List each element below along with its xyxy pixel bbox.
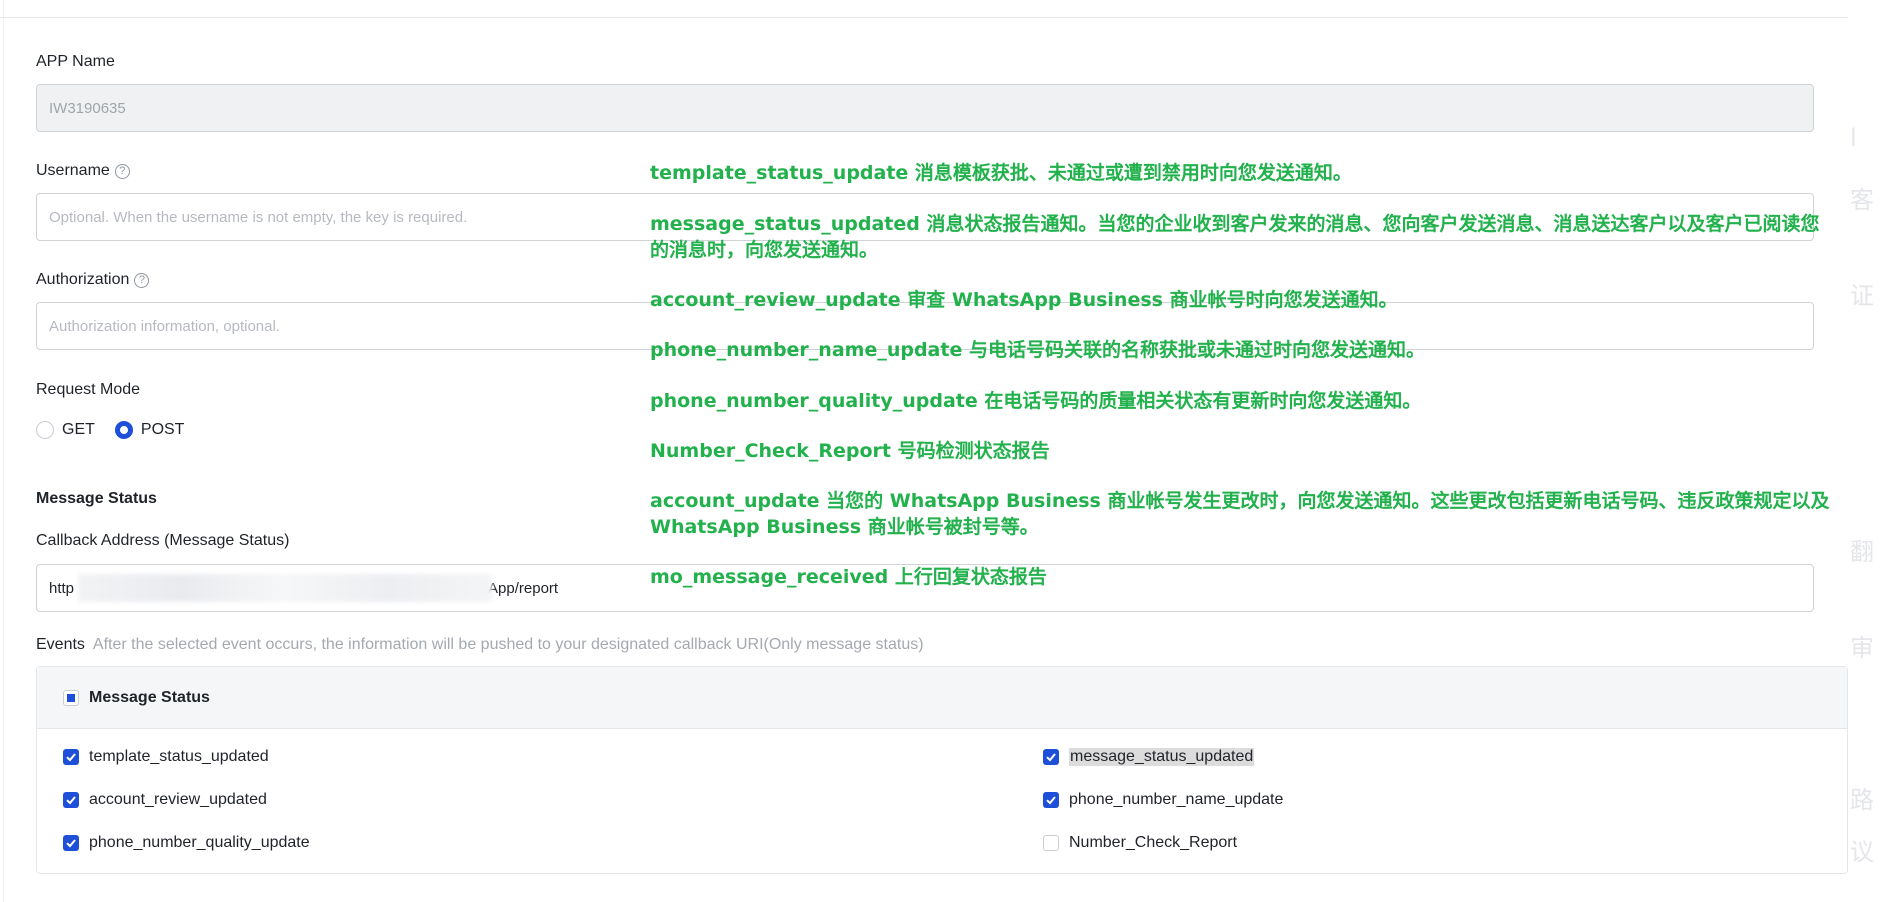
authorization-label: Authorization?: [36, 271, 150, 289]
question-icon[interactable]: ?: [114, 163, 130, 179]
side-panel-glyph: 议: [1850, 838, 1874, 866]
event-label: message_status_updated: [1069, 748, 1255, 766]
checkbox-checked-icon[interactable]: [1043, 792, 1059, 808]
annotation-account-update-line2: WhatsApp Business 商业帐号被封号等。: [650, 516, 1039, 538]
event-checkbox-item[interactable]: Number_Check_Report: [1043, 834, 1237, 852]
event-checkbox-item[interactable]: account_review_updated: [63, 791, 267, 809]
event-checkbox-item[interactable]: message_status_updated: [1043, 748, 1255, 766]
top-divider: [0, 17, 1848, 18]
annotation-account-update-line1: account_update 当您的 WhatsApp Business 商业帐…: [650, 490, 1830, 512]
event-checkbox-item[interactable]: phone_number_quality_update: [63, 834, 310, 852]
side-panel-glyph: 证: [1850, 282, 1874, 310]
event-label: Number_Check_Report: [1069, 834, 1238, 851]
checkbox-checked-icon[interactable]: [63, 749, 79, 765]
event-label: template_status_updated: [89, 748, 269, 765]
side-panel-glyph: l: [1850, 124, 1857, 152]
radio-post[interactable]: [114, 421, 133, 439]
left-border: [3, 0, 4, 902]
checkbox-unchecked-icon[interactable]: [1043, 835, 1059, 851]
app-name-field: IW3190635: [36, 84, 1814, 132]
annotation-phone-name: phone_number_name_update 与电话号码关联的名称获批或未通…: [650, 339, 1425, 361]
request-mode-radio-group: GET POST: [36, 421, 204, 439]
radio-get-label[interactable]: GET: [62, 421, 95, 439]
group-checkbox-indeterminate[interactable]: [63, 689, 79, 706]
event-checkbox-item[interactable]: phone_number_name_update: [1043, 791, 1283, 809]
annotation-number-check: Number_Check_Report 号码检测状态报告: [650, 440, 1050, 462]
checkbox-checked-icon[interactable]: [63, 792, 79, 808]
radio-post-label[interactable]: POST: [141, 421, 185, 439]
annotation-phone-quality: phone_number_quality_update 在电话号码的质量相关状态…: [650, 390, 1422, 412]
event-label: phone_number_name_update: [1069, 791, 1284, 808]
side-panel-glyph: 客: [1850, 186, 1874, 214]
request-mode-label: Request Mode: [36, 381, 141, 398]
events-hint: After the selected event occurs, the inf…: [92, 636, 924, 653]
checkbox-checked-icon[interactable]: [1043, 749, 1059, 765]
message-status-heading: Message Status: [36, 490, 157, 507]
annotation-message-status-line2: 的消息时，向您发送通知。: [650, 239, 879, 261]
annotation-mo-message: mo_message_received 上行回复状态报告: [650, 566, 1047, 588]
radio-get[interactable]: [36, 421, 54, 439]
events-box: Message Status template_status_updated m…: [36, 666, 1848, 874]
checkbox-checked-icon[interactable]: [63, 835, 79, 851]
event-checkbox-item[interactable]: template_status_updated: [63, 748, 269, 766]
event-label: account_review_updated: [89, 791, 267, 808]
events-group-header: Message Status: [37, 667, 1847, 729]
annotation-message-status-line1: message_status_updated 消息状态报告通知。当您的企业收到客…: [650, 213, 1820, 235]
username-label: Username?: [36, 162, 130, 180]
side-panel-glyph: 审: [1850, 634, 1874, 662]
annotation-template-status: template_status_update 消息模板获批、未通过或遭到禁用时向…: [650, 162, 1352, 184]
app-name-label: APP Name: [36, 53, 115, 70]
question-icon[interactable]: ?: [134, 272, 150, 288]
callback-address-label: Callback Address (Message Status): [36, 532, 290, 549]
redacted-url-overlay: [78, 574, 492, 602]
events-label: Events: [36, 636, 85, 653]
events-group-title: Message Status: [89, 688, 210, 706]
events-label-row: Events After the selected event occurs, …: [36, 636, 924, 654]
annotation-account-review: account_review_update 审查 WhatsApp Busine…: [650, 289, 1398, 311]
side-panel-glyph: 路: [1850, 786, 1874, 814]
callback-url-prefix: http: [49, 579, 75, 597]
side-panel-glyph: 翻: [1850, 538, 1874, 566]
callback-url-suffix: App/report: [488, 579, 559, 597]
event-label: phone_number_quality_update: [89, 834, 310, 851]
